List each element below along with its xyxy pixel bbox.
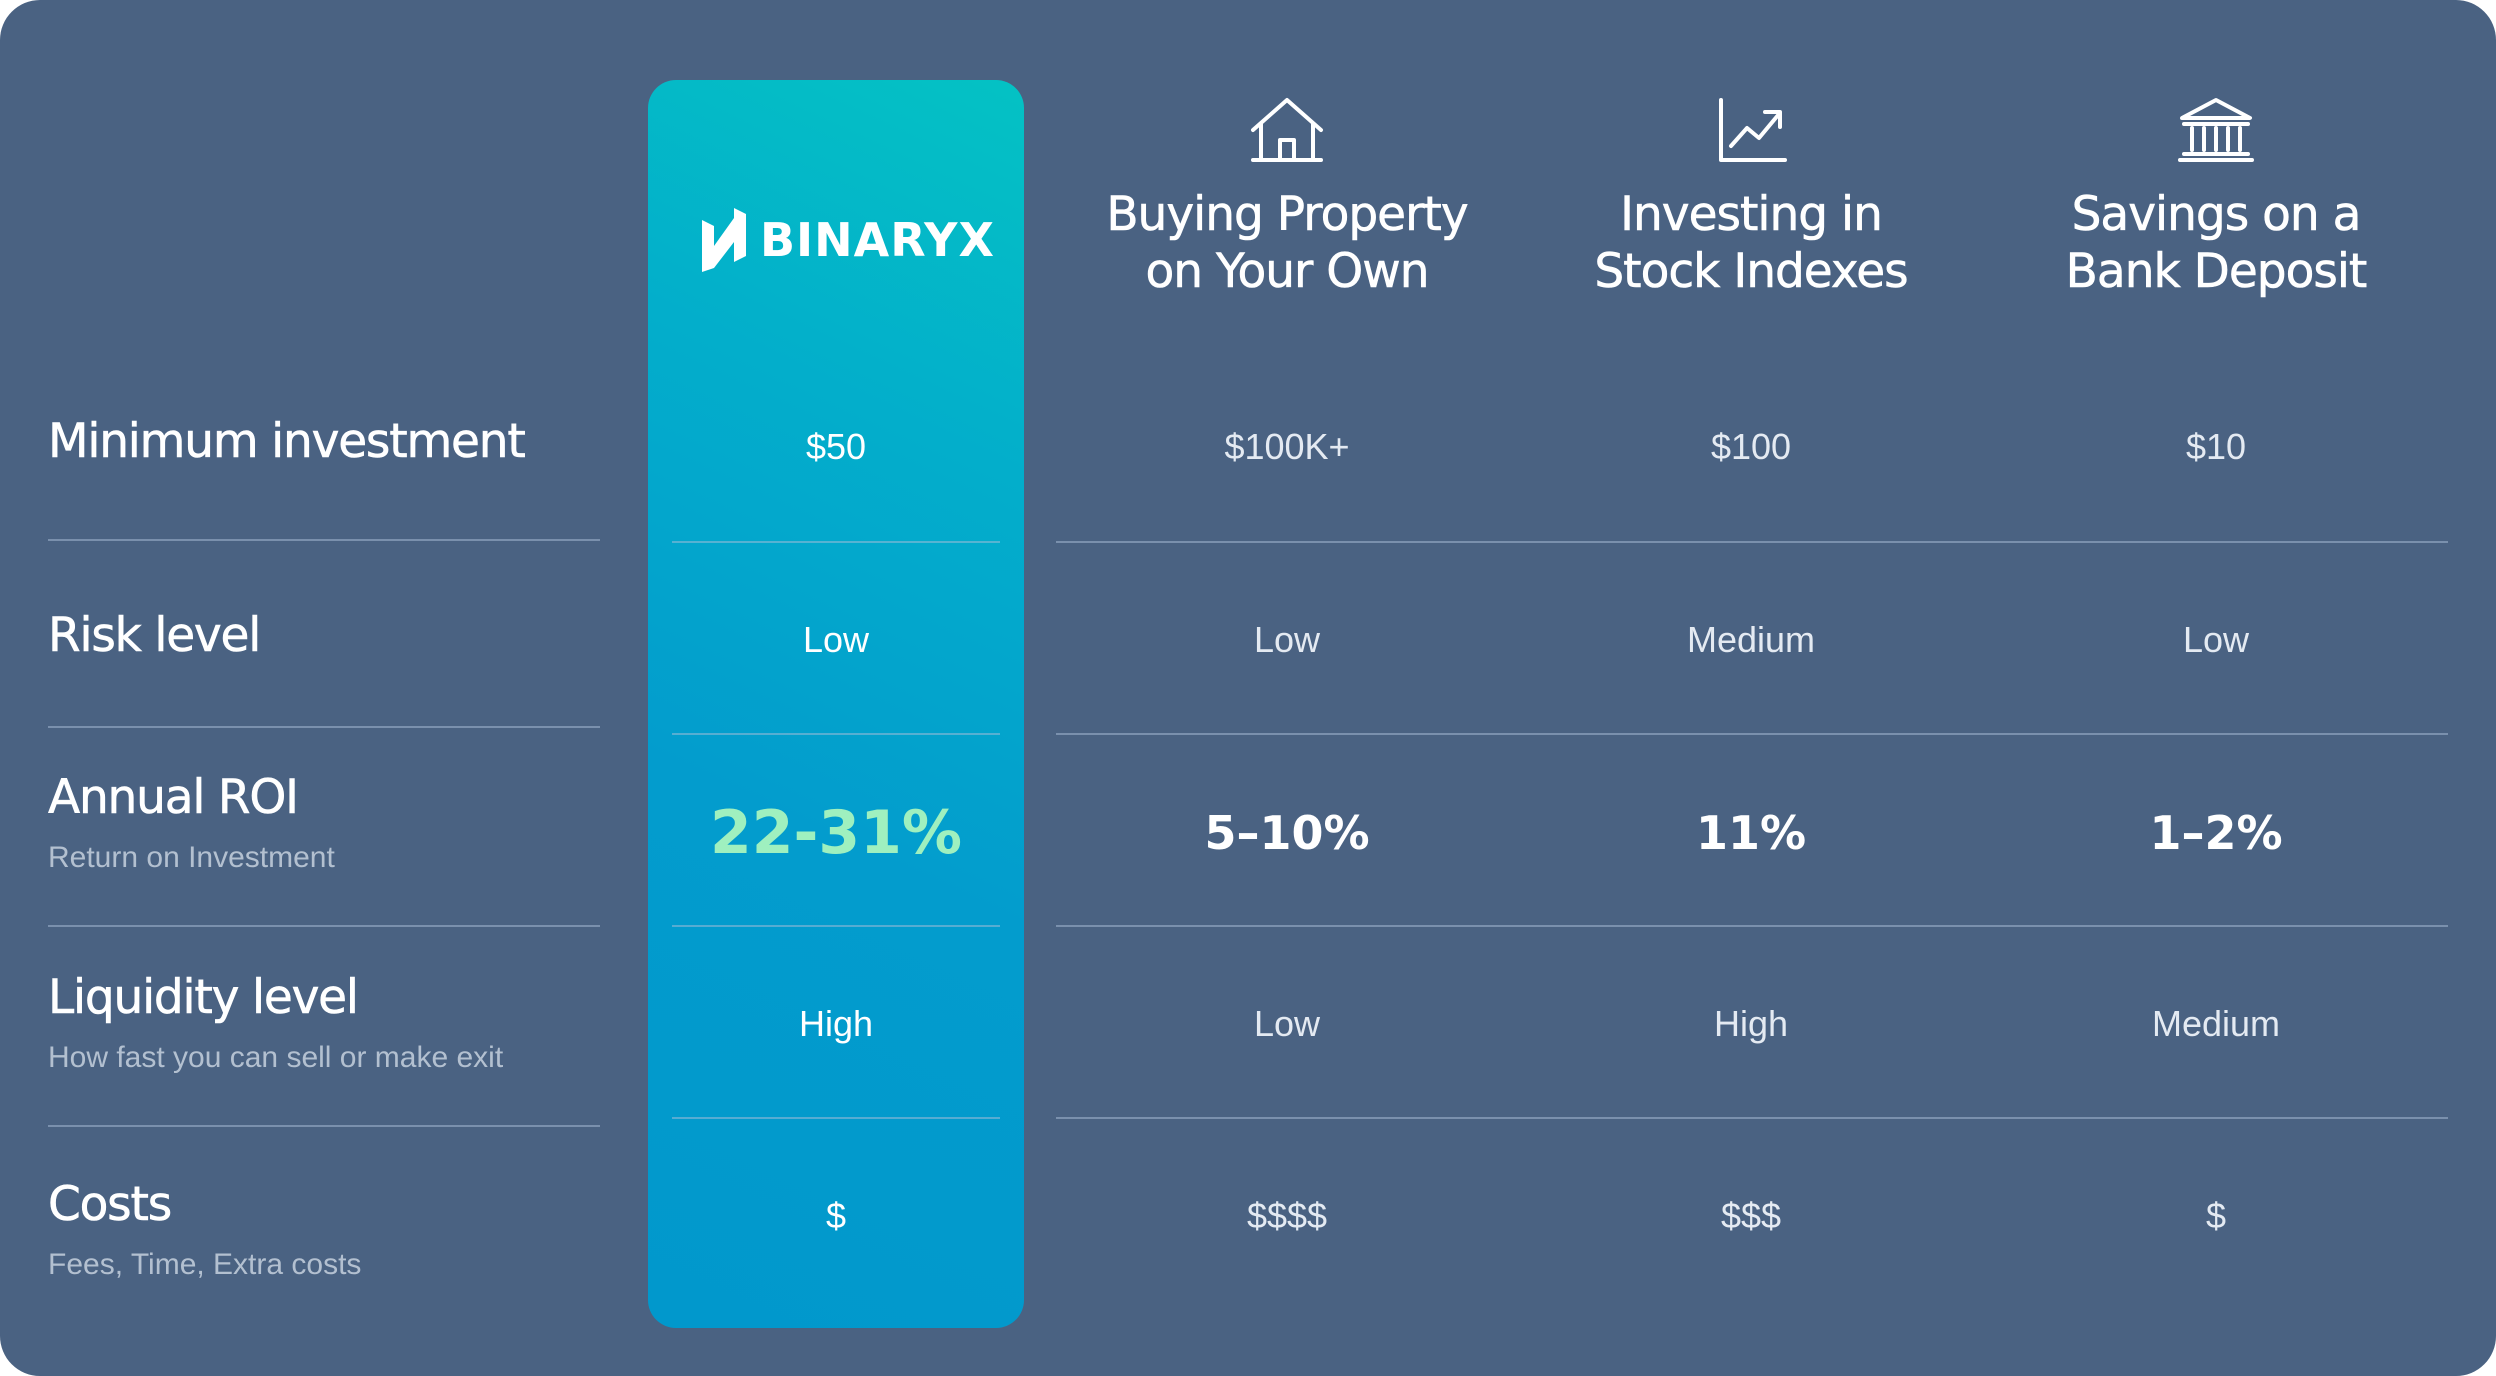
cell-stocks-risk-level: Medium <box>1686 619 1816 660</box>
cell-bank-annual-roi: 1–2% <box>2149 806 2283 860</box>
row-divider <box>48 925 600 927</box>
cell-binaryx-liquidity: High <box>798 1003 874 1044</box>
row-title: Costs <box>48 1177 173 1233</box>
column-title-line: Savings on a <box>2071 187 2361 243</box>
row-title: Liquidity level <box>48 970 360 1026</box>
row-divider <box>1056 925 2448 927</box>
column-title-line: Investing in <box>1620 187 1883 243</box>
cell-binaryx-annual-roi: 22-31% <box>709 798 962 868</box>
row-divider <box>48 726 600 728</box>
brand-name: BINARYX <box>760 213 995 267</box>
cell-binaryx-min-investment: $50 <box>805 426 867 467</box>
cell-binaryx-risk-level: Low <box>802 619 870 660</box>
row-label-annual-roi: Annual ROI Return on Investment <box>48 770 335 875</box>
row-label-risk-level: Risk level <box>48 608 262 664</box>
row-divider <box>672 541 1000 543</box>
column-title-line: Stock Indexes <box>1594 244 1909 300</box>
column-header-stocks: Investing in Stock Indexes <box>1531 96 1971 300</box>
binaryx-logo-icon <box>702 208 746 272</box>
cell-property-annual-roi: 5–10% <box>1204 806 1370 860</box>
row-title: Annual ROI <box>48 770 300 826</box>
cell-property-risk-level: Low <box>1253 619 1321 660</box>
chart-up-icon <box>1719 98 1787 162</box>
house-icon <box>1251 98 1323 162</box>
row-subtitle: Fees, Time, Extra costs <box>48 1248 362 1281</box>
row-subtitle: How fast you can sell or make exit <box>48 1041 504 1074</box>
comparison-card: BINARYX Buying Property on Your Own Inve… <box>0 0 2496 1376</box>
row-divider <box>672 1117 1000 1119</box>
cell-binaryx-costs: $ <box>825 1195 847 1236</box>
row-label-costs: Costs Fees, Time, Extra costs <box>48 1177 362 1282</box>
row-divider <box>1056 733 2448 735</box>
cell-bank-risk-level: Low <box>2182 619 2250 660</box>
binaryx-logo: BINARYX <box>702 208 995 272</box>
row-label-liquidity-level: Liquidity level How fast you can sell or… <box>48 970 503 1075</box>
cell-stocks-costs: $$$ <box>1720 1195 1782 1236</box>
column-title-line: Bank Deposit <box>2065 244 2367 300</box>
row-divider <box>672 733 1000 735</box>
row-divider <box>1056 1117 2448 1119</box>
column-title-line: Buying Property <box>1106 187 1469 243</box>
row-subtitle: Return on Investment <box>48 841 335 874</box>
row-divider <box>48 539 600 541</box>
row-divider <box>1056 541 2448 543</box>
cell-property-costs: $$$$ <box>1246 1195 1328 1236</box>
row-label-minimum-investment: Minimum investment <box>48 414 526 470</box>
cell-stocks-liquidity: High <box>1713 1003 1789 1044</box>
cell-bank-min-investment: $10 <box>2185 426 2247 467</box>
cell-bank-liquidity: Medium <box>2151 1003 2281 1044</box>
cell-property-liquidity: Low <box>1253 1003 1321 1044</box>
cell-property-min-investment: $100K+ <box>1224 426 1350 467</box>
cell-stocks-min-investment: $100 <box>1710 426 1792 467</box>
row-title: Minimum investment <box>48 414 526 470</box>
column-header-property: Buying Property on Your Own <box>1067 96 1507 300</box>
cell-bank-costs: $ <box>2205 1195 2227 1236</box>
row-title: Risk level <box>48 608 262 664</box>
row-divider <box>48 1125 600 1127</box>
bank-icon <box>2178 98 2254 162</box>
row-divider <box>672 925 1000 927</box>
column-header-bank: Savings on a Bank Deposit <box>1996 96 2436 300</box>
cell-stocks-annual-roi: 11% <box>1695 806 1807 860</box>
column-title-line: on Your Own <box>1145 244 1430 300</box>
